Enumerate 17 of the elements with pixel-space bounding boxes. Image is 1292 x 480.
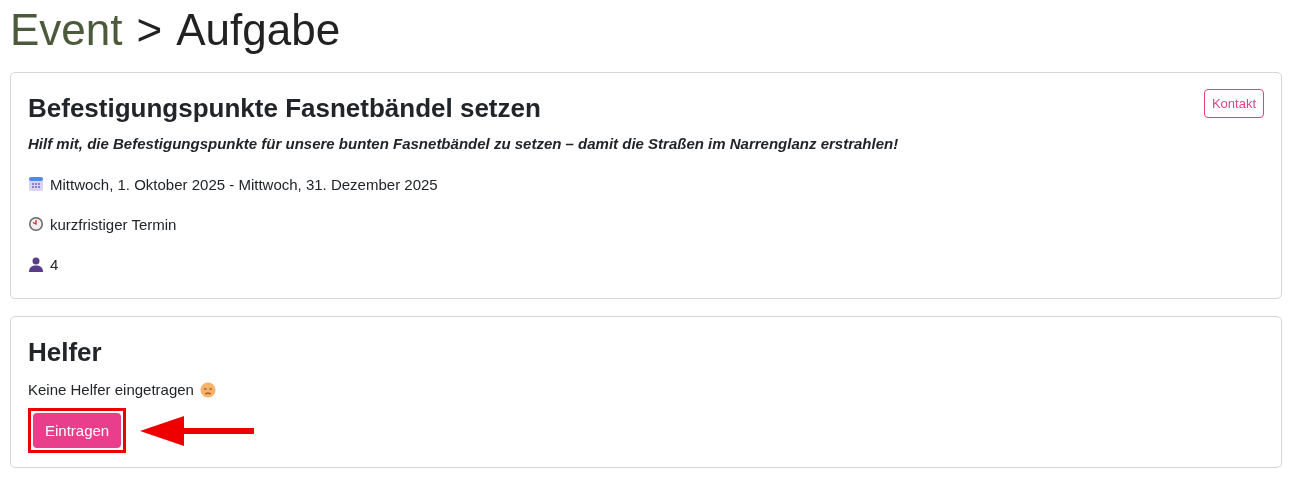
breadcrumb-separator: > xyxy=(136,6,163,54)
helpers-title: Helfer xyxy=(28,336,103,369)
helper-count: 4 xyxy=(50,255,59,273)
sad-emoji-icon xyxy=(199,381,216,398)
person-icon xyxy=(28,256,44,272)
sign-up-button[interactable]: Eintragen xyxy=(33,413,122,448)
page-title: Aufgabe xyxy=(176,6,341,54)
breadcrumb-link[interactable]: Event xyxy=(10,6,123,54)
task-title: Befestigungspunkte Fasnetbändel setzen xyxy=(28,92,541,125)
time-info: kurzfristiger Termin xyxy=(50,215,177,233)
calendar-icon xyxy=(28,176,44,192)
clock-icon xyxy=(28,216,44,232)
date-range: Mittwoch, 1. Oktober 2025 - Mittwoch, 31. Dezember 2025 xyxy=(50,175,438,193)
no-helpers-message: Keine Helfer eingetragen xyxy=(28,381,194,398)
contact-button[interactable]: Kontakt xyxy=(1203,89,1264,118)
arrow-icon xyxy=(138,413,257,448)
task-description: Hilf mit, die Befestigungspunkte für unsere bunten Fasnetbändel zu setzen – damit die Straßen im Narrenglanz erstrahlen! xyxy=(28,135,900,152)
